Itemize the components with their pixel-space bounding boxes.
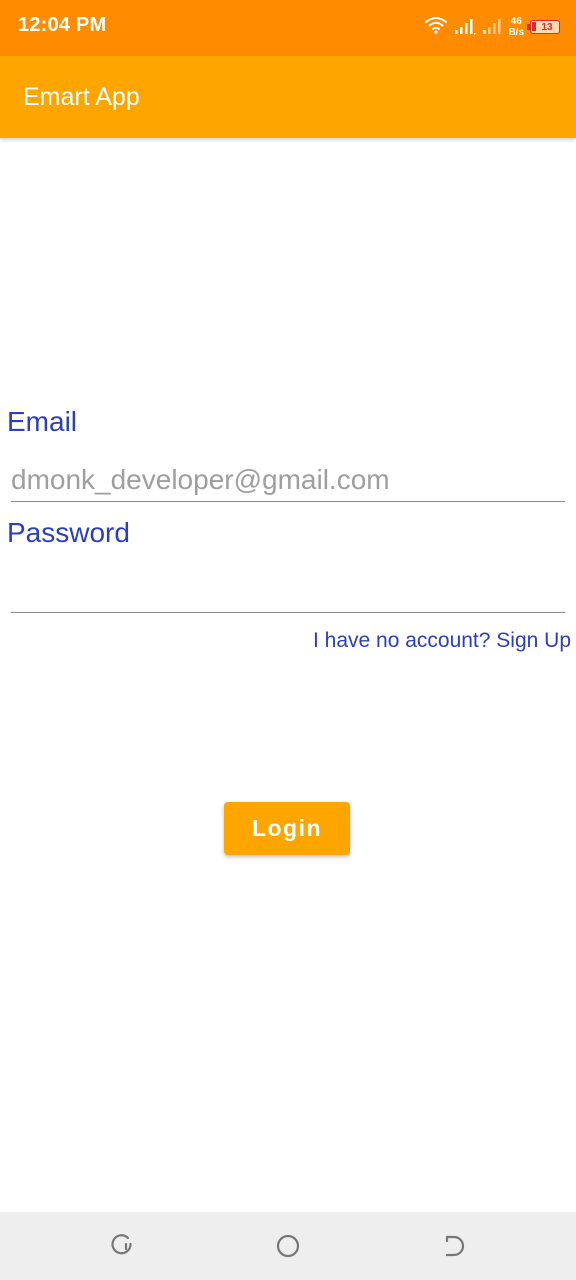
app-title: Emart App (23, 83, 140, 111)
email-label: Email (7, 406, 78, 437)
status-icons: 46 B/s 13 (424, 12, 560, 42)
signup-link[interactable]: I have no account? Sign Up (313, 629, 571, 653)
recents-icon[interactable] (108, 1232, 136, 1260)
signal-icon (454, 15, 476, 40)
navigation-bar (0, 1212, 576, 1280)
app-bar: Emart App (0, 56, 576, 138)
battery-level: 13 (541, 21, 553, 33)
net-speed: 46 B/s (508, 16, 524, 38)
wifi-icon (424, 15, 448, 40)
login-button[interactable]: Login (224, 802, 350, 855)
net-speed-unit: B/s (508, 27, 524, 38)
status-time: 12:04 PM (18, 14, 107, 36)
email-field[interactable] (11, 458, 565, 502)
net-speed-value: 46 (510, 16, 522, 27)
password-field[interactable] (11, 569, 565, 613)
battery-icon: 13 (527, 20, 560, 34)
home-icon[interactable] (274, 1232, 302, 1260)
password-label: Password (7, 517, 130, 548)
status-bar: 12:04 PM 46 B/s 13 (0, 0, 576, 56)
back-icon[interactable] (440, 1232, 468, 1260)
signal-icon (482, 15, 502, 40)
login-screen: 12:04 PM 46 B/s 13 Emart App Email dmonk… (0, 0, 576, 1280)
